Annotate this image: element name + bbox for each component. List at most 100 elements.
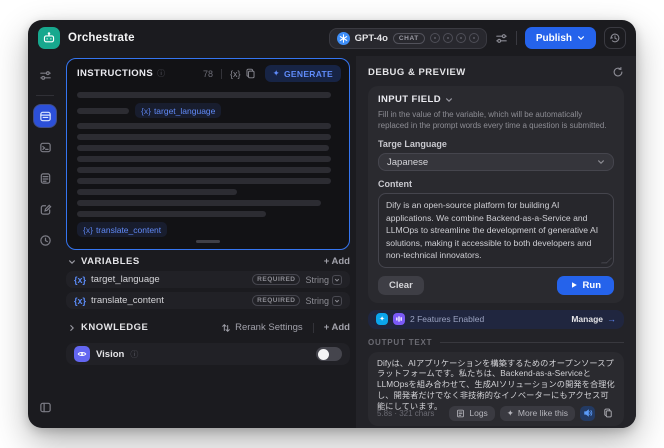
variable-row[interactable]: {x} target_language REQUIRED String bbox=[66, 271, 350, 288]
run-button[interactable]: Run bbox=[556, 275, 614, 295]
instructions-editor[interactable]: INSTRUCTIONS ⓘ 78 {x} ✦ GENERATE {x} tar… bbox=[66, 58, 350, 250]
type-label: String bbox=[305, 295, 329, 306]
info-icon: ⓘ bbox=[130, 349, 139, 359]
rerank-settings-button[interactable]: Rerank Settings bbox=[221, 322, 303, 333]
header-divider bbox=[221, 68, 223, 79]
vision-row[interactable]: Vision ⓘ bbox=[66, 343, 350, 365]
page-title: Orchestrate bbox=[68, 32, 135, 44]
manage-label: Manage bbox=[571, 314, 603, 325]
features-enabled-bar[interactable]: ✦ 2 Features Enabled Manage → bbox=[368, 309, 624, 329]
actions-row: Clear Run bbox=[378, 275, 614, 295]
nav-history-icon[interactable] bbox=[34, 229, 56, 251]
target-language-select[interactable]: Japanese bbox=[378, 153, 614, 172]
capability-icon bbox=[429, 33, 440, 43]
orchestrate-panel: INSTRUCTIONS ⓘ 78 {x} ✦ GENERATE {x} tar… bbox=[62, 56, 356, 428]
required-badge: REQUIRED bbox=[252, 274, 301, 285]
chevron-down-icon bbox=[598, 160, 604, 165]
variable-token[interactable]: {x} target_language bbox=[135, 103, 222, 118]
input-field-collapse[interactable]: INPUT FIELD bbox=[378, 94, 614, 105]
refresh-icon[interactable] bbox=[612, 66, 624, 78]
content-value: Dify is an open-source platform for buil… bbox=[386, 200, 599, 261]
model-mode-badge: CHAT bbox=[392, 32, 425, 44]
insert-variable-icon[interactable]: {x} bbox=[230, 69, 241, 79]
type-box-icon bbox=[332, 295, 342, 306]
instructions-header: INSTRUCTIONS ⓘ 78 {x} ✦ GENERATE bbox=[67, 59, 349, 86]
capability-icon bbox=[455, 33, 466, 43]
nav-annotation-icon[interactable] bbox=[34, 198, 56, 220]
redacted-text-line bbox=[77, 92, 332, 98]
logs-button[interactable]: Logs bbox=[449, 405, 495, 421]
copy-icon[interactable] bbox=[245, 68, 256, 79]
redacted-text-line bbox=[77, 189, 237, 195]
output-card: Difyは、AIアプリケーションを構築するためのオープンソースプラットフォームで… bbox=[368, 351, 624, 426]
nav-logs-icon[interactable] bbox=[34, 167, 56, 189]
app-window: Orchestrate GPT-4o CHAT Publish INSTRUCT… bbox=[28, 20, 636, 428]
clear-button[interactable]: Clear bbox=[378, 275, 424, 295]
content-textarea[interactable]: Dify is an open-source platform for buil… bbox=[378, 193, 614, 268]
divider bbox=[312, 322, 314, 333]
variables-title: VARIABLES bbox=[81, 256, 140, 267]
redacted-text-line bbox=[77, 200, 321, 206]
generate-button[interactable]: ✦ GENERATE bbox=[264, 65, 341, 82]
variables-header: VARIABLES + Add bbox=[68, 256, 350, 267]
add-variable-button[interactable]: + Add bbox=[324, 256, 350, 267]
output-stats: 5.8s · 321 chars bbox=[377, 408, 435, 418]
redacted-text-line bbox=[77, 134, 332, 140]
var-label: target_language bbox=[153, 105, 216, 116]
redacted-text-line bbox=[77, 156, 332, 162]
more-like-this-button[interactable]: ✦ More like this bbox=[499, 405, 575, 421]
redacted-text-line bbox=[77, 123, 332, 129]
resize-handle[interactable] bbox=[196, 240, 220, 243]
knowledge-title: KNOWLEDGE bbox=[81, 322, 149, 333]
version-history-button[interactable] bbox=[604, 27, 626, 49]
publish-button[interactable]: Publish bbox=[524, 27, 596, 49]
model-name: GPT-4o bbox=[354, 32, 388, 44]
nav-orchestrate-icon[interactable] bbox=[34, 105, 56, 127]
logs-label: Logs bbox=[469, 408, 488, 419]
header-divider bbox=[515, 31, 517, 45]
run-label: Run bbox=[582, 279, 601, 291]
type-box-icon bbox=[332, 274, 342, 285]
chevron-down-icon[interactable] bbox=[68, 258, 76, 266]
output-divider bbox=[440, 341, 624, 343]
target-language-value: Japanese bbox=[387, 156, 429, 168]
model-selector[interactable]: GPT-4o CHAT bbox=[328, 27, 487, 49]
model-params-sliders-icon[interactable] bbox=[495, 32, 508, 45]
publish-label: Publish bbox=[535, 32, 572, 44]
char-count: 78 bbox=[203, 68, 214, 79]
variable-type-select[interactable]: String bbox=[305, 295, 342, 306]
debug-header: DEBUG & PREVIEW bbox=[368, 66, 624, 78]
output-header: OUTPUT TEXT bbox=[368, 338, 624, 347]
sparkle-icon: ✦ bbox=[272, 68, 280, 78]
variable-row[interactable]: {x} translate_content REQUIRED String bbox=[66, 292, 350, 309]
vision-toggle[interactable] bbox=[316, 347, 342, 361]
vision-eye-icon bbox=[74, 346, 90, 362]
redacted-text-line bbox=[77, 167, 332, 173]
copy-output-button[interactable] bbox=[600, 406, 615, 421]
capability-icon bbox=[442, 33, 453, 43]
generate-label: GENERATE bbox=[284, 68, 333, 79]
var-prefix: {x} bbox=[74, 295, 87, 306]
input-field-title: INPUT FIELD bbox=[378, 94, 441, 105]
info-icon: ⓘ bbox=[157, 69, 166, 78]
add-knowledge-button[interactable]: + Add bbox=[324, 322, 350, 333]
variable-type-select[interactable]: String bbox=[305, 274, 342, 285]
app-logo-robot-icon[interactable] bbox=[38, 27, 60, 49]
debug-preview-panel: DEBUG & PREVIEW INPUT FIELD Fill in the … bbox=[356, 56, 636, 428]
nav-sliders-icon[interactable] bbox=[34, 64, 56, 86]
var-prefix: {x} bbox=[83, 224, 93, 235]
vision-title: Vision bbox=[96, 348, 125, 360]
chevron-down-icon bbox=[446, 97, 452, 102]
input-field-description: Fill in the value of the variable, which… bbox=[378, 110, 607, 131]
variable-token[interactable]: {x} translate_content bbox=[77, 222, 168, 237]
top-bar: Orchestrate GPT-4o CHAT Publish bbox=[28, 20, 636, 56]
chevron-right-icon[interactable] bbox=[68, 324, 76, 332]
nav-terminal-icon[interactable] bbox=[34, 136, 56, 158]
collapse-sidebar-icon[interactable] bbox=[34, 396, 56, 418]
feature-speech-icon bbox=[393, 313, 405, 326]
content-label: Content bbox=[378, 179, 412, 190]
prompt-text-area[interactable]: {x} target_language {x} translate_content bbox=[67, 86, 349, 246]
text-to-speech-button[interactable] bbox=[580, 405, 595, 421]
input-field-card: INPUT FIELD Fill in the value of the var… bbox=[368, 86, 624, 303]
manage-features-link[interactable]: Manage → bbox=[571, 314, 616, 324]
